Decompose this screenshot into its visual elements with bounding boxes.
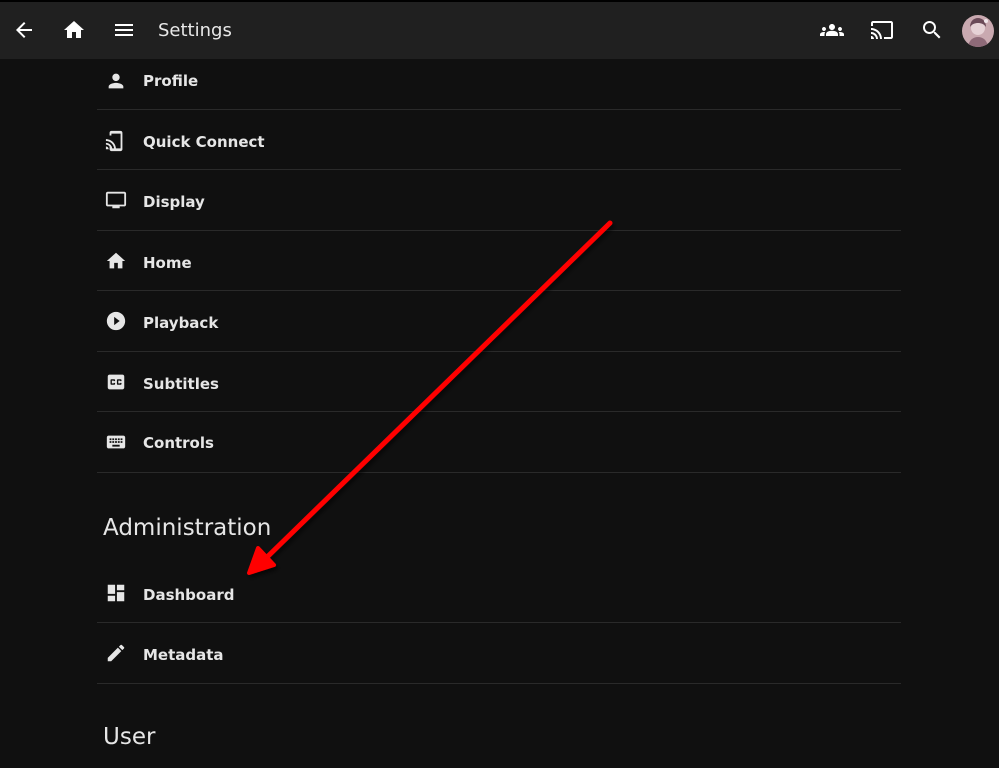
dashboard-icon — [105, 582, 127, 604]
avatar-image — [962, 15, 994, 47]
settings-item-label: Controls — [143, 434, 214, 452]
sync-play-button[interactable] — [812, 10, 852, 50]
home-icon — [105, 250, 127, 272]
home-button[interactable] — [54, 10, 94, 50]
user-avatar[interactable] — [962, 15, 994, 47]
settings-item-quick-connect[interactable]: Quick Connect — [97, 110, 901, 170]
settings-item-label: Playback — [143, 314, 219, 332]
settings-item-controls[interactable]: Controls — [97, 412, 901, 473]
settings-item-dashboard[interactable]: Dashboard — [97, 563, 901, 623]
settings-item-label: Home — [143, 254, 192, 272]
play-circle-icon — [105, 310, 127, 332]
person-icon — [105, 70, 127, 92]
search-button[interactable] — [912, 10, 952, 50]
administration-list: Dashboard Metadata — [97, 563, 901, 684]
top-app-bar: Settings — [0, 0, 999, 59]
arrow-back-icon — [16, 22, 32, 38]
cast-button[interactable] — [862, 10, 902, 50]
group-icon — [820, 24, 844, 36]
settings-item-profile[interactable]: Profile — [97, 59, 901, 110]
cast-icon — [871, 21, 893, 39]
home-icon — [64, 21, 84, 38]
monitor-icon — [105, 189, 127, 211]
settings-content: Profile Quick Connect Display Home Playb… — [97, 59, 901, 473]
closed-caption-icon — [105, 371, 127, 393]
settings-item-home[interactable]: Home — [97, 231, 901, 291]
settings-item-label: Display — [143, 193, 205, 211]
phonelink-icon — [105, 130, 127, 152]
page-title: Settings — [158, 20, 232, 41]
settings-item-display[interactable]: Display — [97, 170, 901, 231]
menu-button[interactable] — [104, 10, 144, 50]
settings-item-metadata[interactable]: Metadata — [97, 623, 901, 684]
edit-pencil-icon — [105, 642, 127, 664]
settings-item-label: Metadata — [143, 646, 224, 664]
keyboard-icon — [105, 431, 127, 453]
menu-icon — [115, 24, 133, 36]
section-heading-administration: Administration — [103, 515, 272, 541]
settings-item-label: Subtitles — [143, 375, 219, 393]
search-icon — [923, 21, 941, 39]
settings-item-label: Quick Connect — [143, 133, 265, 151]
settings-item-label: Profile — [143, 72, 199, 90]
settings-item-playback[interactable]: Playback — [97, 291, 901, 352]
section-heading-user: User — [103, 724, 156, 750]
back-button[interactable] — [4, 10, 44, 50]
settings-item-subtitles[interactable]: Subtitles — [97, 352, 901, 412]
settings-item-label: Dashboard — [143, 586, 235, 604]
